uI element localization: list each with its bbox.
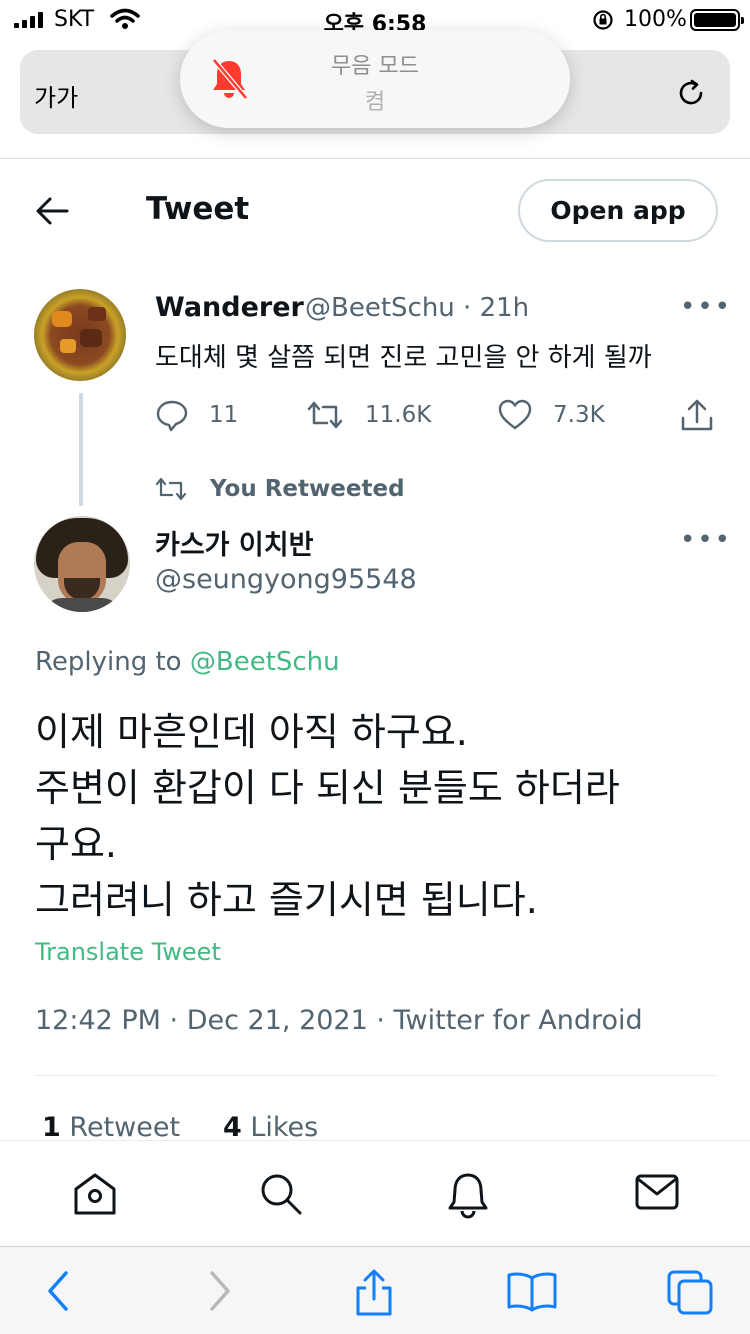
avatar-kasuga[interactable]: [34, 516, 130, 612]
retweet-count: 11.6K: [365, 402, 432, 428]
replying-prefix: Replying to: [35, 647, 182, 677]
messages-icon[interactable]: [634, 1171, 680, 1213]
avatar-wanderer[interactable]: [34, 289, 126, 381]
tweet-stats: 1 Retweet 4 Likes: [42, 1112, 318, 1143]
retweeted-indicator: You Retweeted: [154, 476, 405, 502]
replying-to: Replying to @BeetSchu: [35, 647, 340, 677]
search-icon[interactable]: [258, 1171, 304, 1217]
author-name[interactable]: 카스가 이치반: [155, 523, 313, 562]
divider: [35, 1075, 716, 1076]
forward-icon: [210, 1271, 230, 1311]
battery-icon: [690, 9, 744, 31]
silent-mode-banner: 무음 모드 켬: [180, 30, 570, 128]
thread-connector: [79, 393, 83, 506]
tweet-line: 이제 마흔인데 아직 하구요.: [35, 710, 468, 754]
retweet-icon: [307, 401, 343, 429]
retweets-stat[interactable]: 1 Retweet: [42, 1112, 180, 1143]
bookmarks-icon[interactable]: [506, 1269, 558, 1313]
retweet-button[interactable]: 11.6K: [305, 398, 431, 432]
tweet-text: 도대체 몇 살쯤 되면 진로 고민을 안 하게 될까: [155, 343, 652, 373]
like-button[interactable]: 7.3K: [497, 398, 605, 432]
tweet-body: 이제 마흔인데 아직 하구요. 주변이 환갑이 다 되신 분들도 하더라 구요.…: [35, 704, 725, 928]
retweeted-label: You Retweeted: [210, 476, 405, 502]
translate-tweet-link[interactable]: Translate Tweet: [35, 938, 221, 966]
tweet-line: 구요.: [35, 822, 117, 866]
likes-stat[interactable]: 4 Likes: [223, 1112, 318, 1143]
tweet-line: 주변이 환갑이 다 되신 분들도 하더라: [35, 766, 620, 810]
author-handle[interactable]: @BeetSchu · 21h: [305, 293, 529, 323]
reply-button[interactable]: 11: [155, 398, 238, 432]
tweet-actions: 11 11.6K 7.3K: [155, 398, 725, 438]
back-icon[interactable]: [44, 1269, 74, 1313]
heart-icon: [498, 399, 532, 430]
twitter-bottom-nav: [0, 1140, 750, 1246]
reply-icon: [156, 400, 188, 432]
safari-toolbar: [0, 1246, 750, 1334]
home-icon[interactable]: [71, 1171, 119, 1217]
reply-count: 11: [209, 402, 239, 428]
reload-icon[interactable]: [674, 76, 708, 110]
replying-to-link[interactable]: @BeetSchu: [190, 647, 340, 677]
share-icon[interactable]: [352, 1269, 396, 1317]
back-arrow-icon[interactable]: [34, 194, 70, 228]
author-handle[interactable]: @seungyong95548: [155, 564, 417, 595]
tweet-timestamp: 12:42 PM · Dec 21, 2021 · Twitter for An…: [35, 1005, 643, 1036]
text-size-button[interactable]: 가가: [34, 78, 78, 113]
silent-mode-status: 켬: [364, 90, 386, 115]
battery-percent: 100%: [624, 7, 687, 32]
tabs-icon[interactable]: [666, 1269, 714, 1315]
divider: [0, 158, 750, 159]
more-options-icon[interactable]: •••: [680, 525, 732, 555]
orientation-lock-icon: [593, 10, 613, 30]
silent-mode-title: 무음 모드: [331, 54, 419, 79]
author-name[interactable]: Wanderer: [155, 292, 304, 323]
more-options-icon[interactable]: •••: [680, 292, 732, 322]
notifications-icon[interactable]: [446, 1171, 490, 1219]
share-button[interactable]: [679, 398, 715, 434]
retweet-icon: [155, 477, 187, 501]
open-app-button[interactable]: Open app: [518, 179, 718, 242]
like-count: 7.3K: [553, 402, 605, 428]
page-title: Tweet: [146, 191, 250, 227]
tweet-line: 그러려니 하고 즐기시면 됩니다.: [35, 878, 538, 922]
share-icon: [681, 399, 713, 431]
